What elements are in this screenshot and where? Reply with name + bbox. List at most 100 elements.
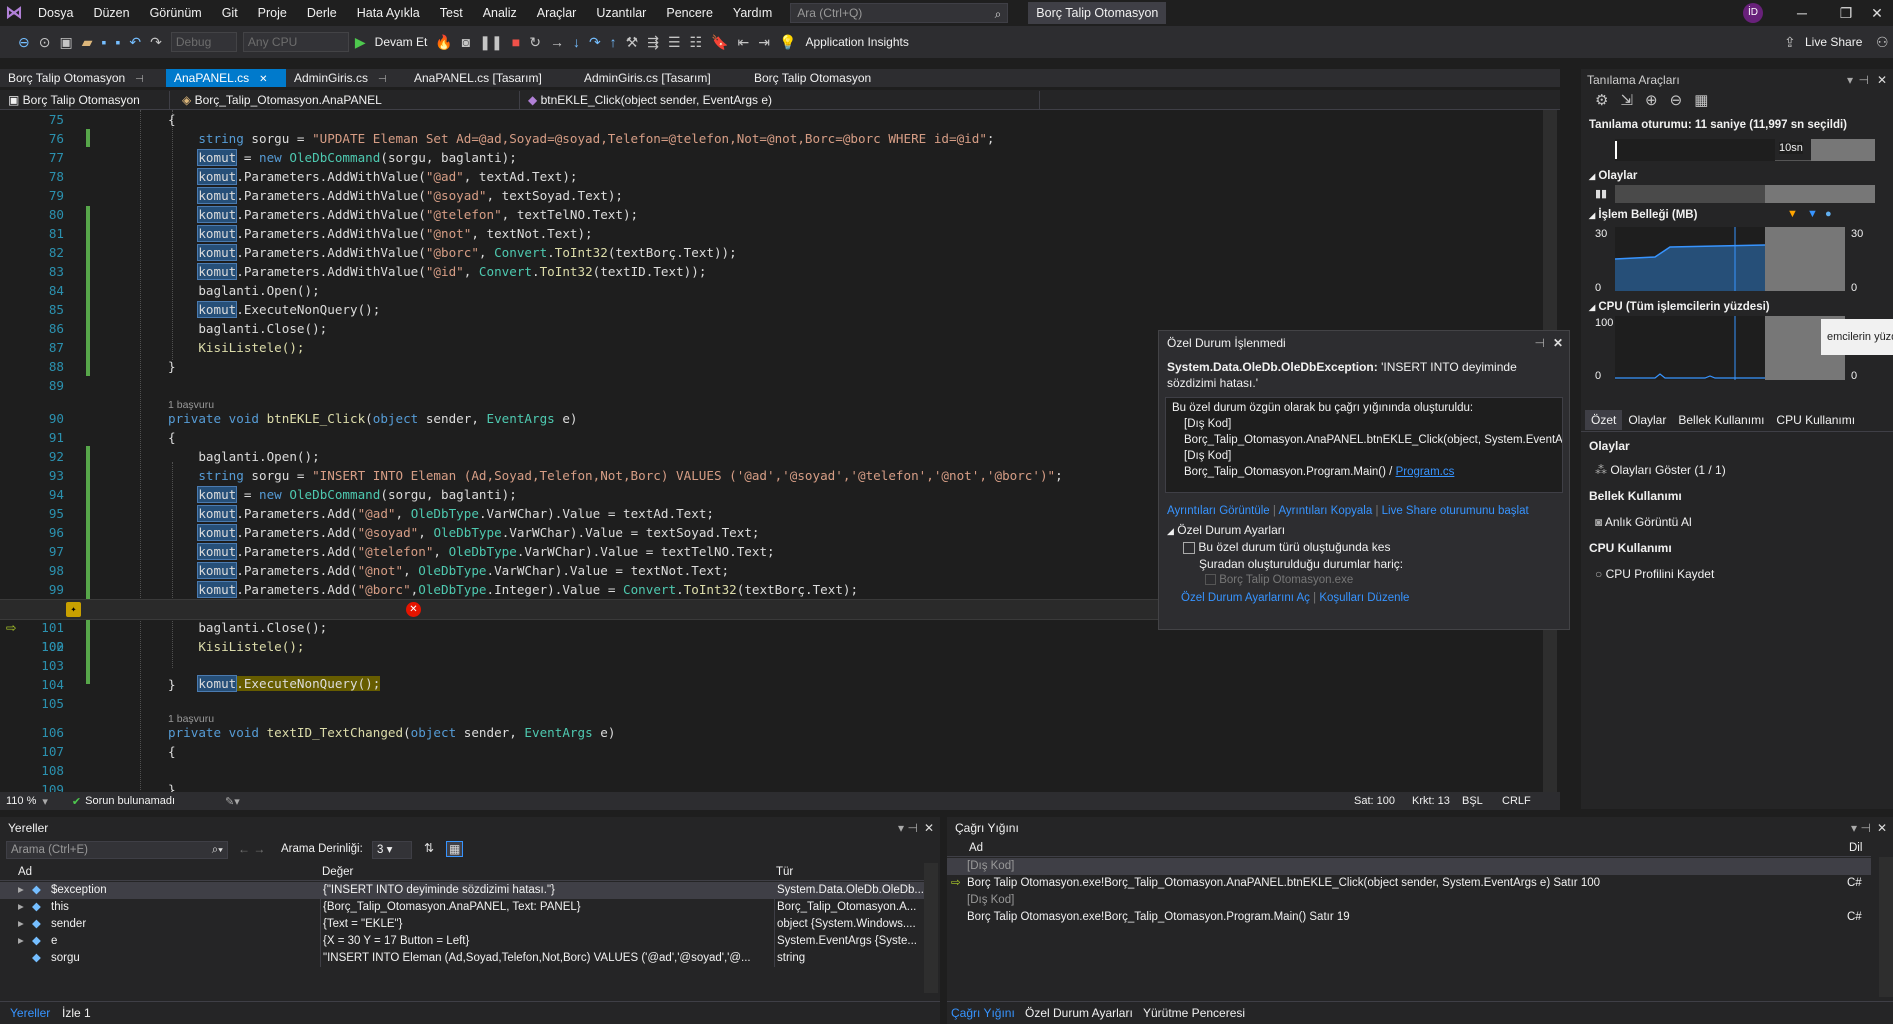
variable-value[interactable]: {Borç_Talip_Otomasyon.AnaPANEL, Text: PA…	[320, 899, 770, 916]
expand-icon[interactable]	[18, 950, 32, 967]
search-back-icon[interactable]: ← →	[238, 842, 265, 856]
live-share-button[interactable]: Live Share	[1805, 35, 1862, 49]
line-ending[interactable]: CRLF	[1502, 795, 1531, 807]
variable-value[interactable]: {Text = "EKLE"}	[320, 916, 770, 933]
table-row[interactable]: [Dış Kod]	[947, 858, 1871, 875]
close-icon[interactable]: ✕	[1877, 817, 1887, 839]
platform-dropdown[interactable]: Any CPU	[242, 32, 349, 52]
comment-icon[interactable]: ☰	[668, 34, 681, 51]
close-icon[interactable]: ✕	[1877, 69, 1887, 91]
export-icon[interactable]: ⇲	[1620, 92, 1645, 109]
zoom-in-icon[interactable]: ⊕	[1645, 92, 1670, 109]
step-next-icon[interactable]: →	[550, 34, 564, 50]
undo-icon[interactable]: ↶	[129, 34, 141, 51]
copy-details-link[interactable]: Ayrıntıları Kopyala	[1278, 505, 1372, 517]
locals-scrollbar[interactable]	[924, 863, 938, 993]
step-over-icon[interactable]: ↷	[589, 34, 601, 51]
expand-icon[interactable]: ▸	[18, 882, 32, 899]
menu-file[interactable]: Dosya	[28, 0, 83, 26]
forward-icon[interactable]: ⊙	[39, 34, 51, 51]
menu-edit[interactable]: Düzen	[83, 0, 139, 26]
hot-reload-icon[interactable]: 🔥	[435, 34, 452, 51]
pin-icon[interactable]: ⊣	[135, 74, 144, 85]
table-row[interactable]: Borç Talip Otomasyon.exe!Borç_Talip_Otom…	[947, 909, 1871, 926]
tab-call-stack[interactable]: Çağrı Yığını	[951, 1006, 1015, 1020]
dropdown-icon[interactable]: ▾	[898, 817, 904, 839]
tab-project[interactable]: Borç Talip Otomasyon	[746, 69, 916, 87]
bookmark-next-icon[interactable]: ⇥	[758, 34, 770, 51]
view-icon[interactable]: ▦	[446, 841, 464, 857]
break-checkbox[interactable]	[1183, 541, 1195, 554]
table-row[interactable]: ◆ sorgu "INSERT INTO Eleman (Ad,Soyad,Tele…	[0, 950, 924, 967]
memory-chart[interactable]	[1615, 227, 1845, 291]
camera-icon[interactable]: ◙	[462, 34, 470, 50]
settings-icon[interactable]: ⚙	[1595, 92, 1620, 109]
show-events-link[interactable]: Olayları Göster (1 / 1)	[1610, 463, 1725, 477]
tab-admingiris-design[interactable]: AdminGiris.cs [Tasarım]	[576, 69, 746, 87]
table-row[interactable]: ▸ ◆ e {X = 30 Y = 17 Button = Left} System.E…	[0, 933, 924, 950]
step-into-icon[interactable]: ↓	[573, 34, 580, 50]
issues-status[interactable]: Sorun bulunamadı	[85, 795, 175, 807]
subtab-summary[interactable]: Özet	[1585, 410, 1623, 430]
redo-icon[interactable]: ↷	[150, 34, 162, 51]
save-all-icon[interactable]: ▪	[115, 34, 120, 50]
restart-icon[interactable]: ↻	[529, 34, 541, 51]
indent-mode[interactable]: BŞL	[1462, 795, 1483, 807]
tab-solution-explorer[interactable]: Borç Talip Otomasyon ⊣	[0, 69, 166, 87]
live-share-icon[interactable]: ⇪	[1784, 34, 1796, 51]
stop-icon[interactable]: ■	[512, 34, 520, 50]
close-icon[interactable]: ✕	[1553, 331, 1563, 355]
close-tab-icon[interactable]: ✕	[259, 74, 267, 85]
config-dropdown[interactable]: Debug	[170, 32, 237, 52]
menu-test[interactable]: Test	[430, 0, 473, 26]
events-track[interactable]	[1615, 185, 1875, 203]
continue-button[interactable]: Devam Et	[375, 35, 428, 49]
bookmark-prev-icon[interactable]: ⇤	[738, 34, 750, 51]
zoom-dropdown-icon[interactable]: ▾	[42, 795, 48, 808]
feedback-icon[interactable]: ⚇	[1876, 34, 1889, 51]
table-row[interactable]: ▸ ◆ this {Borç_Talip_Otomasyon.AnaPANEL, Te…	[0, 899, 924, 916]
tab-admingiris-cs[interactable]: AdminGiris.cs ⊣	[286, 69, 406, 87]
column-name[interactable]: Ad	[18, 863, 32, 881]
pause-events-icon[interactable]: ▮▮	[1595, 187, 1607, 200]
dropdown-icon[interactable]: ▾	[1847, 69, 1853, 91]
table-row[interactable]: ▸ ◆ $exception {"INSERT INTO deyiminde sözd…	[0, 882, 924, 899]
menu-tools[interactable]: Araçlar	[527, 0, 587, 26]
application-insights-button[interactable]: Application Insights	[805, 35, 908, 49]
menu-analyze[interactable]: Analiz	[473, 0, 527, 26]
view-details-link[interactable]: Ayrıntıları Görüntüle	[1167, 505, 1270, 517]
insights-icon[interactable]: 💡	[779, 34, 796, 51]
column-type[interactable]: Tür	[776, 863, 793, 881]
subtab-cpu[interactable]: CPU Kullanımı	[1770, 410, 1861, 430]
cleanup-icon[interactable]: ✎▾	[225, 795, 240, 808]
record-cpu-profile-button[interactable]: CPU Profilini Kaydet	[1606, 567, 1715, 581]
lightbulb-icon[interactable]: ✦	[66, 602, 81, 617]
edit-conditions-link[interactable]: Koşulları Düzenle	[1319, 592, 1409, 604]
open-icon[interactable]: ▰	[82, 34, 93, 51]
threads-icon[interactable]: ⇶	[647, 34, 659, 51]
save-icon[interactable]: ▪	[101, 34, 106, 50]
pin-icon[interactable]: ⊣	[378, 74, 387, 85]
tab-exception-settings[interactable]: Özel Durum Ayarları	[1025, 1006, 1133, 1020]
member-dropdown[interactable]: ◆ btnEKLE_Click(object sender, EventArgs…	[520, 90, 1040, 109]
live-share-link[interactable]: Live Share oturumunu başlat	[1382, 505, 1529, 517]
expand-icon[interactable]: ▸	[18, 916, 32, 933]
variable-value[interactable]: {X = 30 Y = 17 Button = Left}	[320, 933, 770, 950]
tab-anapanel-design[interactable]: AnaPANEL.cs [Tasarım]	[406, 69, 576, 87]
subtab-events[interactable]: Olaylar	[1622, 410, 1672, 430]
menu-view[interactable]: Görünüm	[140, 0, 212, 26]
table-row[interactable]: [Dış Kod]	[947, 892, 1871, 909]
tab-anapanel-cs[interactable]: AnaPANEL.cs ✕	[166, 69, 286, 87]
cpu-chart[interactable]	[1615, 316, 1845, 380]
tab-immediate-window[interactable]: Yürütme Penceresi	[1143, 1006, 1245, 1020]
take-snapshot-button[interactable]: Anlık Görüntü Al	[1605, 515, 1692, 529]
search-input[interactable]: Ara (Ctrl+Q) ⌕	[790, 3, 1009, 23]
timeline-ruler[interactable]: 10sn	[1615, 139, 1875, 161]
exception-stack[interactable]: Bu özel durum özgün olarak bu çağrı yığı…	[1165, 397, 1563, 493]
variable-value[interactable]: "INSERT INTO Eleman (Ad,Soyad,Telefon,No…	[320, 950, 770, 967]
project-dropdown[interactable]: ▣ Borç Talip Otomasyon	[0, 90, 170, 109]
class-dropdown[interactable]: ◈ Borç_Talip_Otomasyon.AnaPANEL	[170, 90, 520, 109]
locals-search-input[interactable]: Arama (Ctrl+E) ⌕▾	[6, 841, 228, 859]
open-settings-link[interactable]: Özel Durum Ayarlarını Aç	[1181, 592, 1310, 604]
menu-debug[interactable]: Hata Ayıkla	[347, 0, 430, 26]
